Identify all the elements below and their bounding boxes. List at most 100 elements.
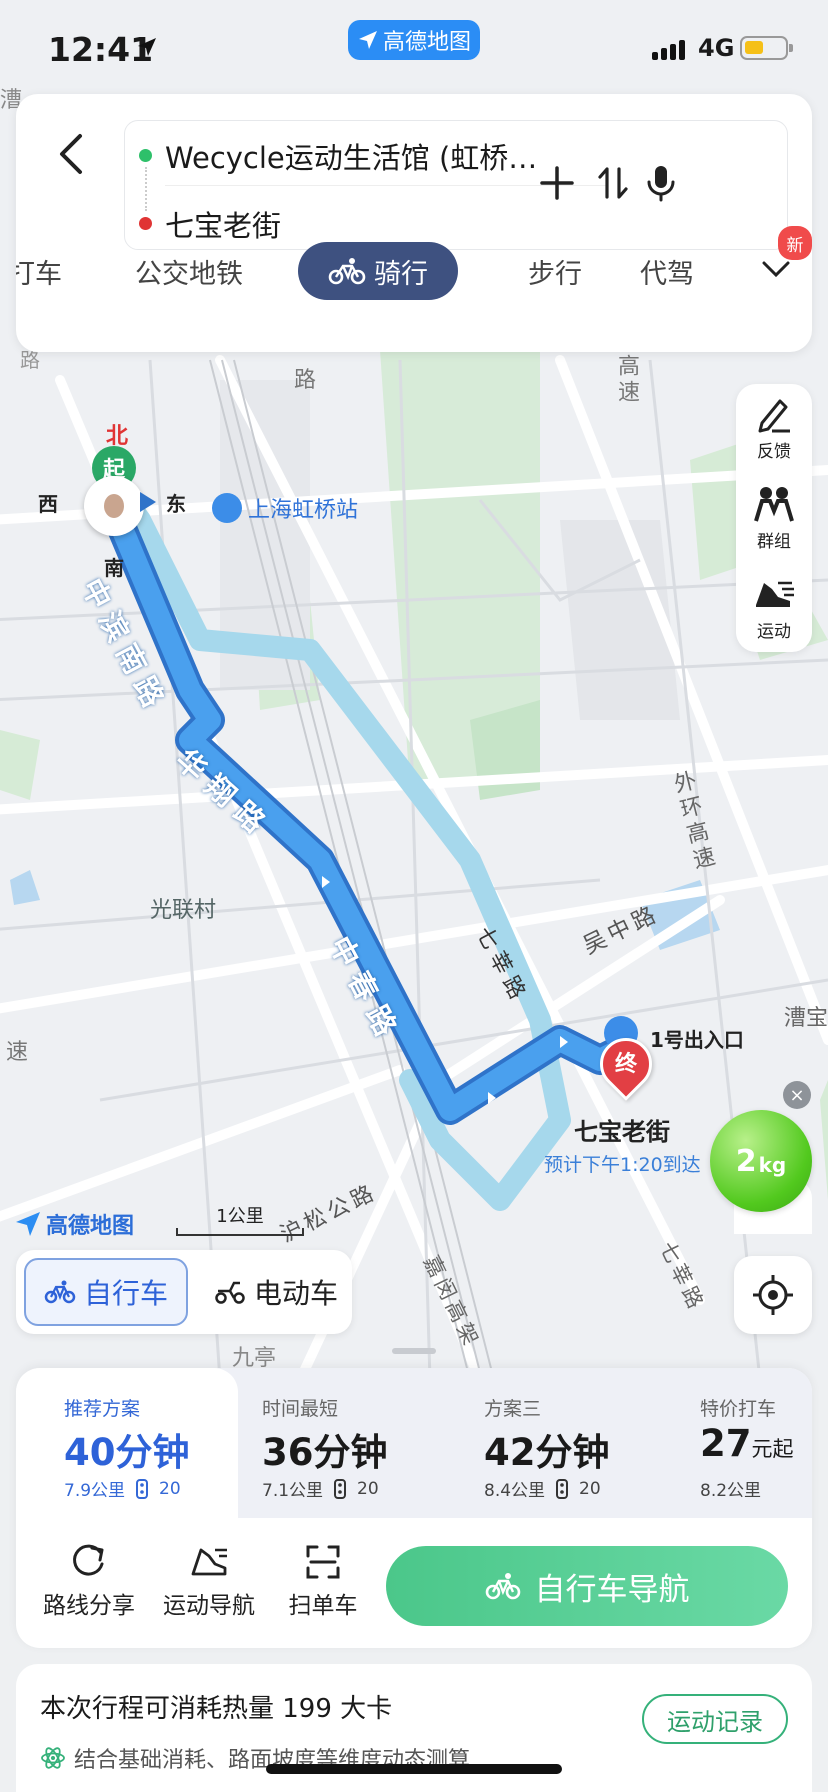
plan-price-unit: 元起 (751, 1437, 794, 1461)
carbon-close-button[interactable]: × (783, 1081, 811, 1109)
plan-third[interactable]: 方案三 42分钟 8.4公里 20 (460, 1368, 660, 1518)
group-icon (754, 486, 794, 522)
feedback-button[interactable]: 反馈 (736, 384, 812, 472)
scale-label: 1公里 (216, 1206, 264, 1227)
carbon-unit: kg (758, 1153, 787, 1177)
tab-taxi[interactable]: 打车 (16, 242, 86, 300)
bicycle-icon (485, 1573, 520, 1600)
tab-cycling[interactable]: 骑行 (298, 242, 458, 300)
plan-recommended[interactable]: 推荐方案 40分钟 7.9公里 20 (16, 1368, 238, 1518)
plan-time: 36分钟 (262, 1431, 388, 1474)
microphone-icon (647, 166, 675, 202)
map-tools-panel: 反馈 群组 运动 (736, 384, 812, 652)
bike-option-label: 自行车 (83, 1277, 168, 1310)
route-plans-sheet: 推荐方案 40分钟 7.9公里 20 时间最短 36分钟 7.1公里 20 方案… (16, 1368, 812, 1648)
sport-button[interactable]: 运动 (736, 564, 812, 652)
traffic-light-icon (556, 1478, 569, 1499)
add-waypoint-button[interactable] (535, 161, 579, 205)
compass-east: 东 (166, 492, 186, 516)
plan-taxi-deal[interactable]: 特价打车 27元起 8.2公里 (676, 1368, 812, 1518)
tab-transit[interactable]: 公交地铁 (114, 242, 264, 300)
calorie-title: 本次行程可消耗热量 199 大卡 (40, 1694, 393, 1724)
station-poi[interactable]: 上海虹桥站 (212, 492, 358, 524)
sport-nav-button[interactable]: 运动导航 (154, 1536, 264, 1628)
action-bar: 路线分享 运动导航 扫单车 自行车导航 (16, 1518, 812, 1648)
village-label: 光联村 (150, 898, 217, 923)
current-location-marker[interactable] (84, 476, 144, 536)
plan-distance: 7.1公里 (262, 1481, 324, 1501)
scan-bike-button[interactable]: 扫单车 (268, 1536, 378, 1628)
start-navigation-label: 自行车导航 (534, 1571, 690, 1608)
bicycle-icon (44, 1280, 76, 1304)
atom-icon (41, 1747, 65, 1769)
pencil-icon (758, 399, 790, 432)
user-avatar (104, 494, 124, 518)
route-plans: 推荐方案 40分钟 7.9公里 20 时间最短 36分钟 7.1公里 20 方案… (16, 1368, 812, 1518)
plus-icon (540, 166, 574, 200)
running-shoe-icon (191, 1548, 227, 1576)
battery-icon (740, 36, 793, 60)
share-route-label: 路线分享 (43, 1593, 135, 1619)
swap-button[interactable] (591, 161, 635, 205)
road-label-gaosu: 高速 (614, 354, 639, 406)
back-button[interactable] (46, 124, 96, 184)
road-label-lu: 路 (294, 368, 317, 393)
group-button[interactable]: 群组 (736, 474, 812, 562)
new-badge: 新 (778, 226, 812, 260)
travel-mode-tabs: 打车 公交地铁 骑行 步行 代驾 新 (16, 226, 812, 306)
plan-meta: 8.2公里 (700, 1476, 761, 1501)
vehicle-toggle: 自行车 电动车 (16, 1250, 352, 1334)
scooter-icon (215, 1281, 245, 1304)
eta-label: 预计下午1:20到达 (544, 1154, 701, 1176)
traffic-light-icon (334, 1478, 347, 1499)
home-indicator[interactable] (266, 1764, 562, 1774)
map-logo: 高德地图 (14, 1208, 134, 1240)
plan-distance: 7.9公里 (64, 1481, 126, 1501)
carbon-value: 2 (735, 1143, 757, 1179)
signal-icon (652, 40, 685, 60)
origin-field[interactable]: Wecycle运动生活馆 (虹桥… (165, 135, 565, 177)
location-arrow-icon (138, 38, 156, 56)
sheet-handle[interactable] (392, 1348, 436, 1354)
plan-time: 40分钟 (64, 1431, 190, 1474)
plan-distance: 8.2公里 (700, 1481, 762, 1501)
plan-meta: 7.9公里 20 (64, 1476, 181, 1501)
running-shoe-icon (756, 581, 794, 607)
destination-field[interactable]: 七宝老街 (165, 203, 281, 245)
plan-shortest[interactable]: 时间最短 36分钟 7.1公里 20 (238, 1368, 438, 1518)
locate-button[interactable] (734, 1256, 812, 1334)
start-bike-navigation-button[interactable]: 自行车导航 (386, 1546, 788, 1626)
bicycle-icon (328, 258, 366, 285)
route-inputs: Wecycle运动生活馆 (虹桥… 七宝老街 (124, 120, 788, 250)
share-icon (73, 1544, 104, 1576)
carbon-savings-badge[interactable]: 2 kg (710, 1110, 812, 1212)
tab-chauffeur[interactable]: 代驾 (612, 242, 722, 300)
status-bar: 12:41 高德地图 4G (0, 0, 828, 100)
voice-button[interactable] (639, 161, 683, 205)
plan-time: 42分钟 (484, 1431, 610, 1474)
ebike-option[interactable]: 电动车 (206, 1258, 346, 1326)
share-route-button[interactable]: 路线分享 (34, 1536, 144, 1628)
ebike-option-label: 电动车 (253, 1277, 338, 1310)
network-type: 4G (698, 34, 735, 62)
back-chevron-icon (60, 134, 82, 174)
tab-walking[interactable]: 步行 (500, 242, 610, 300)
feedback-label: 反馈 (757, 441, 791, 462)
origin-dot (139, 149, 152, 162)
station-label: 上海虹桥站 (248, 498, 359, 523)
plan-lights: 20 (357, 1478, 379, 1499)
plan-distance: 8.4公里 (484, 1481, 546, 1501)
sport-label: 运动 (757, 621, 791, 642)
map-scale: 1公里 (176, 1202, 304, 1238)
compass-west: 西 (38, 492, 58, 516)
plan-header: 推荐方案 (64, 1398, 141, 1420)
road-label-su: 速 (6, 1040, 29, 1065)
group-label: 群组 (757, 531, 791, 552)
app-return-pill[interactable]: 高德地图 (348, 20, 480, 60)
plan-price-value: 27 (700, 1422, 752, 1465)
swap-icon (598, 167, 628, 199)
bike-option[interactable]: 自行车 (24, 1258, 188, 1326)
plan-meta: 8.4公里 20 (484, 1476, 601, 1501)
plan-header: 方案三 (484, 1398, 542, 1420)
sport-record-button[interactable]: 运动记录 (642, 1694, 788, 1744)
